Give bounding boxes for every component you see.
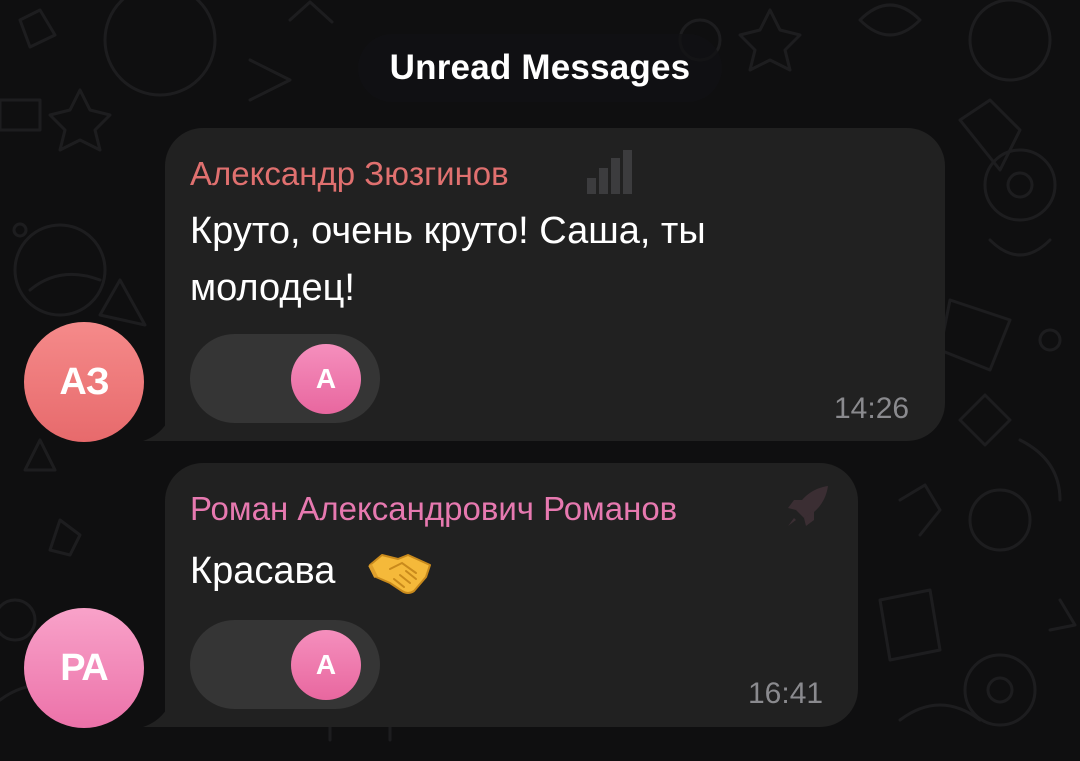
unread-messages-label: Unread Messages xyxy=(389,48,691,87)
bubble-tail xyxy=(143,705,169,727)
reaction-chip[interactable]: A xyxy=(190,334,380,423)
reaction-avatar: A xyxy=(291,344,361,414)
sender-name[interactable]: Роман Александрович Романов xyxy=(190,490,677,528)
reaction-chip[interactable]: A xyxy=(190,620,380,709)
unread-messages-divider: Unread Messages xyxy=(358,34,722,102)
reaction-avatar: A xyxy=(291,630,361,700)
bubble-tail xyxy=(143,419,169,441)
sender-name[interactable]: Александр Зюзгинов xyxy=(190,155,509,193)
message-text: Круто, очень круто! Саша, ты молодец! xyxy=(190,210,706,309)
rocket-icon xyxy=(788,486,828,526)
message-time: 14:26 xyxy=(834,392,910,425)
signal-bars-icon xyxy=(587,150,632,194)
handshake-emoji-icon xyxy=(368,554,431,594)
message-time: 16:41 xyxy=(748,677,824,710)
message-text: Красава xyxy=(190,550,336,592)
sender-avatar[interactable]: АЗ xyxy=(24,322,144,442)
chat-view: Unread Messages Александр Зюзгинов Круто… xyxy=(0,0,1080,761)
sender-avatar[interactable]: РА xyxy=(24,608,144,728)
